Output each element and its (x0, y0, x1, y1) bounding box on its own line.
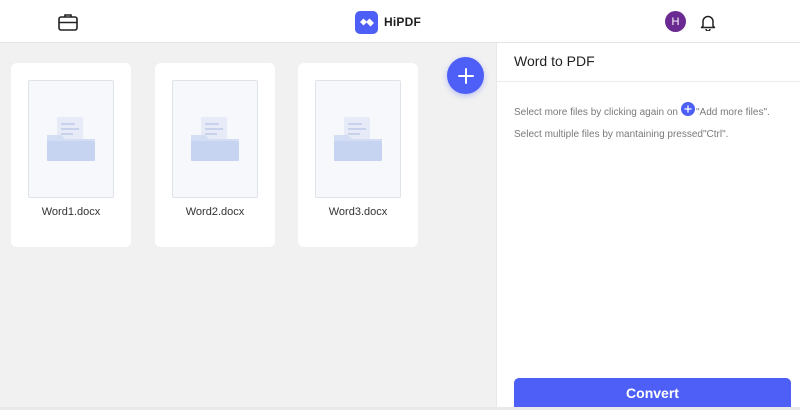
file-card[interactable]: Word1.docx (11, 63, 131, 247)
conversion-panel: Word to PDF Select more files by clickin… (496, 43, 800, 410)
avatar-initial: H (671, 15, 680, 28)
hint-add-more: Select more files by clicking again on "… (514, 102, 770, 119)
file-name: Word3.docx (328, 206, 388, 218)
file-card[interactable]: Word2.docx (155, 63, 275, 247)
inline-add-button[interactable] (680, 102, 695, 116)
file-name: Word1.docx (41, 206, 101, 218)
brand-name: HiPDF (384, 15, 421, 29)
file-thumbnail (28, 80, 114, 198)
briefcase-icon (58, 14, 78, 31)
hint-suffix: "Add more files". (695, 106, 770, 118)
notifications-button[interactable] (700, 14, 716, 32)
file-thumbnail (315, 80, 401, 198)
convert-button[interactable]: Convert (514, 378, 791, 410)
folder-document-icon (47, 117, 95, 161)
file-card[interactable]: Word3.docx (298, 63, 418, 247)
avatar[interactable]: H (665, 11, 686, 32)
file-thumbnail (172, 80, 258, 198)
hint-prefix: Select more files by clicking again on (514, 106, 678, 118)
file-name: Word2.docx (185, 206, 245, 218)
brand[interactable]: HiPDF (355, 10, 421, 34)
folder-document-icon (191, 117, 239, 161)
file-workspace: Word1.docx Word2.docx Word3.docx (0, 43, 496, 410)
plus-icon (684, 105, 692, 113)
plus-icon (457, 67, 474, 84)
top-header: HiPDF H (0, 0, 800, 43)
hipdf-logo-icon (355, 10, 378, 34)
bell-icon (700, 15, 716, 32)
add-more-files-button[interactable] (447, 57, 484, 94)
hint-multiple-select: Select multiple files by mantaining pres… (514, 129, 729, 140)
toolbox-button[interactable] (57, 11, 79, 33)
folder-document-icon (334, 117, 382, 161)
panel-title: Word to PDF (514, 53, 595, 69)
panel-divider (497, 81, 800, 82)
